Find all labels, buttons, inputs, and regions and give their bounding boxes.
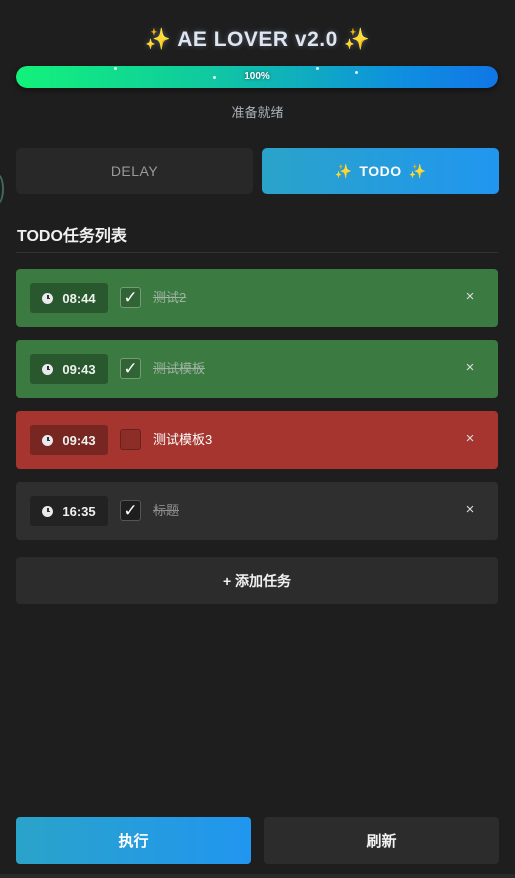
divider [16,252,498,253]
add-task-button[interactable]: + 添加任务 [16,557,498,604]
tab-todo-label: TODO [359,163,402,179]
progress-percent: 100% [244,71,270,82]
clock-icon [42,363,54,375]
app-title-text: AE LOVER v2.0 [177,28,338,51]
clock-icon [42,505,54,517]
task-label: 测试模板3 [153,432,213,447]
task-item: 16:35 ✓ 标题 × [16,482,498,540]
remove-task-button[interactable]: × [462,430,478,448]
remove-task-button[interactable]: × [462,288,478,306]
progress-bar: 100% [16,66,498,88]
tab-todo[interactable]: ✨ TODO ✨ [262,148,499,194]
tab-delay-label: DELAY [110,163,159,179]
task-checkbox[interactable]: ✓ [120,358,141,379]
sparkle-icon: ✨ [144,28,172,51]
task-label: 测试2 [153,290,187,305]
refresh-button[interactable]: 刷新 [264,817,499,864]
task-item: 08:44 ✓ 测试2 × [16,269,498,327]
task-time: 16:35 [62,503,96,519]
edge-handle [0,174,4,204]
sparkle-icon: ✨ [334,162,353,179]
task-time-button[interactable]: 16:35 [30,496,108,526]
task-label: 测试模板 [153,361,206,376]
bottom-edge [0,874,515,878]
tab-delay[interactable]: DELAY [16,148,253,194]
remove-task-button[interactable]: × [462,501,478,519]
app-title: ✨ AE LOVER v2.0 ✨ [0,28,515,52]
task-item: 09:43 测试模板3 × [16,411,498,469]
task-time: 09:43 [62,361,96,377]
task-checkbox[interactable] [120,429,141,450]
task-time-button[interactable]: 09:43 [30,354,108,384]
task-time: 09:43 [62,432,96,448]
task-checkbox[interactable]: ✓ [120,500,141,521]
status-text: 准备就绪 [231,105,284,120]
task-time-button[interactable]: 08:44 [30,283,108,313]
task-label: 标题 [153,503,180,518]
clock-icon [42,434,54,446]
app-window: ✨ AE LOVER v2.0 ✨ 100% 准备就绪 DELAY ✨ TODO ✨… [0,0,515,878]
remove-task-button[interactable]: × [462,359,478,377]
clock-icon [42,292,54,304]
task-checkbox[interactable]: ✓ [120,287,141,308]
sparkle-icon: ✨ [408,162,427,179]
sparkle-icon: ✨ [343,28,371,51]
task-time-button[interactable]: 09:43 [30,425,108,455]
task-item: 09:43 ✓ 测试模板 × [16,340,498,398]
section-title: TODO任务列表 [17,228,127,245]
execute-button[interactable]: 执行 [16,817,251,864]
task-time: 08:44 [62,290,96,306]
